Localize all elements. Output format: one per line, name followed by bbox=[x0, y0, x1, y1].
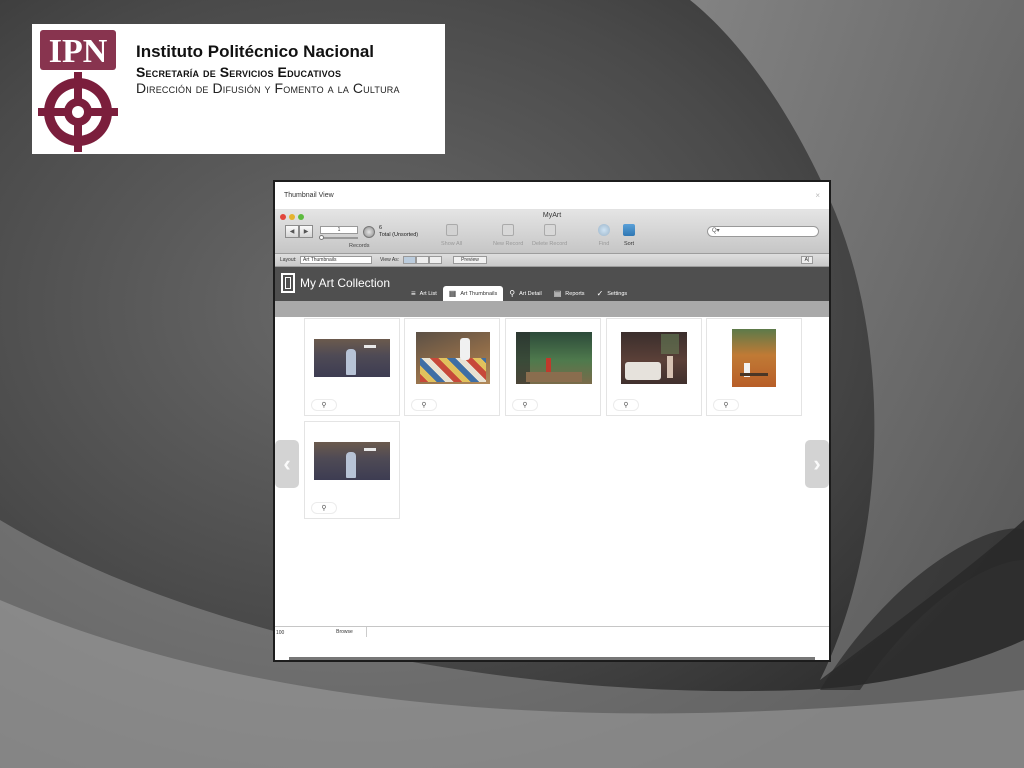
show-all-button[interactable]: Show All bbox=[441, 224, 462, 247]
table-view-button[interactable] bbox=[429, 256, 442, 264]
form-view-button[interactable] bbox=[403, 256, 416, 264]
app-header: My Art Collection ≡ Art List ▦ Art Thumb… bbox=[275, 267, 829, 301]
window-title: Thumbnail View bbox=[284, 192, 334, 199]
zoom-icon[interactable]: ⚲ bbox=[311, 399, 337, 411]
thumbnail-card[interactable]: ⚲ bbox=[404, 318, 500, 416]
tab-art-list[interactable]: ≡ Art List bbox=[405, 286, 443, 301]
next-page-button[interactable]: › bbox=[805, 440, 829, 488]
new-record-label: New Record bbox=[493, 241, 524, 247]
layout-bar: Layout: Art Thumbnails View As: Preview … bbox=[275, 254, 829, 267]
show-all-icon bbox=[445, 224, 458, 236]
direction-name: Dirección de Difusión y Fomento a la Cul… bbox=[136, 80, 400, 96]
app-title: MyArt bbox=[542, 212, 562, 219]
find-button[interactable]: Find bbox=[598, 224, 610, 247]
thumbnail-card[interactable]: ⚲ bbox=[606, 318, 702, 416]
tab-label: Art List bbox=[419, 290, 437, 297]
tab-label: Art Thumbnails bbox=[460, 290, 498, 297]
zoom-level[interactable]: 100 bbox=[276, 630, 284, 636]
checkmark-icon: ✓ bbox=[596, 288, 604, 298]
zoom-icon[interactable]: ⚲ bbox=[311, 502, 337, 514]
mode-indicator[interactable]: Browse bbox=[323, 627, 367, 637]
artwork-thumbnail bbox=[732, 329, 776, 387]
thumbnail-grid: ⚲ ⚲ ⚲ ⚲ ⚲ ⚲ ‹ › bbox=[275, 318, 829, 628]
layout-select[interactable]: Art Thumbnails bbox=[300, 256, 372, 264]
previous-page-button[interactable]: ‹ bbox=[275, 440, 299, 488]
tab-reports[interactable]: ▤ Reports bbox=[548, 286, 591, 301]
app-window: Thumbnail View × MyArt ◀ ▶ 1 6 Total (Un… bbox=[275, 182, 829, 660]
magnifier-icon: ⚲ bbox=[509, 288, 516, 298]
grid-icon: ▦ bbox=[448, 288, 457, 298]
close-icon[interactable]: × bbox=[815, 191, 820, 200]
header-band bbox=[275, 301, 829, 317]
records-label: Records bbox=[349, 243, 370, 249]
toolbar: MyArt ◀ ▶ 1 6 Total (Unsorted) Records S… bbox=[275, 210, 829, 254]
artwork-thumbnail bbox=[416, 332, 490, 384]
record-slider-handle[interactable] bbox=[319, 235, 324, 240]
sort-label: Sort bbox=[623, 241, 635, 247]
thumbnail-card[interactable]: ⚲ bbox=[706, 318, 802, 416]
list-view-button[interactable] bbox=[416, 256, 429, 264]
find-icon bbox=[598, 224, 610, 236]
view-as-label: View As: bbox=[380, 257, 400, 263]
tab-label: Reports bbox=[565, 290, 585, 297]
new-record-icon bbox=[502, 224, 515, 236]
delete-record-button[interactable]: Delete Record bbox=[532, 224, 567, 247]
thumbnail-card[interactable]: ⚲ bbox=[505, 318, 601, 416]
zoom-icon[interactable]: ⚲ bbox=[512, 399, 538, 411]
tab-art-thumbnails[interactable]: ▦ Art Thumbnails bbox=[442, 286, 504, 301]
formatting-bar-button[interactable]: A| bbox=[801, 256, 813, 264]
document-icon: ▤ bbox=[553, 288, 562, 298]
zoom-icon[interactable]: ⚲ bbox=[613, 399, 639, 411]
artwork-thumbnail bbox=[621, 332, 687, 384]
tab-art-detail[interactable]: ⚲ Art Detail bbox=[503, 286, 547, 301]
artwork-thumbnail bbox=[314, 442, 390, 480]
list-icon: ≡ bbox=[411, 288, 416, 298]
pie-chart-icon bbox=[363, 226, 375, 238]
new-record-button[interactable]: New Record bbox=[493, 224, 523, 247]
record-number-field[interactable]: 1 bbox=[320, 226, 358, 234]
artwork-thumbnail bbox=[516, 332, 592, 384]
tab-settings[interactable]: ✓ Settings bbox=[591, 286, 634, 301]
screenshot-frame: Thumbnail View × MyArt ◀ ▶ 1 6 Total (Un… bbox=[273, 180, 831, 662]
zoom-icon[interactable]: ⚲ bbox=[411, 399, 437, 411]
frame-icon bbox=[281, 273, 295, 293]
thumbnail-card[interactable]: ⚲ bbox=[304, 421, 400, 519]
view-as-buttons bbox=[403, 256, 442, 264]
record-slider[interactable] bbox=[320, 237, 358, 239]
ipn-logo-icon: IPN bbox=[38, 30, 118, 152]
delete-record-icon bbox=[543, 224, 556, 236]
record-navigator: ◀ ▶ bbox=[285, 225, 313, 238]
bottom-divider bbox=[289, 657, 815, 660]
tab-label: Settings bbox=[607, 290, 628, 297]
thumbnail-card[interactable]: ⚲ bbox=[304, 318, 400, 416]
total-label: Total (Unsorted) bbox=[379, 232, 419, 238]
layout-label: Layout: bbox=[280, 257, 297, 263]
logo-lettering: IPN bbox=[49, 33, 108, 70]
delete-record-label: Delete Record bbox=[532, 241, 568, 247]
secretariat-name: Secretaría de Servicios Educativos bbox=[136, 64, 342, 80]
find-label: Find bbox=[598, 241, 610, 247]
outer-titlebar: Thumbnail View × bbox=[275, 182, 829, 210]
sort-button[interactable]: Sort bbox=[623, 224, 635, 247]
previous-record-button[interactable]: ◀ bbox=[285, 225, 299, 238]
brand-title: My Art Collection bbox=[300, 276, 391, 290]
total-count: 6 bbox=[379, 225, 383, 231]
show-all-label: Show All bbox=[441, 241, 463, 247]
institution-header: IPN Instituto Politécnico Nacional Secre… bbox=[32, 24, 445, 154]
artwork-thumbnail bbox=[314, 339, 390, 377]
institution-name: Instituto Politécnico Nacional bbox=[136, 42, 375, 61]
preview-button[interactable]: Preview bbox=[453, 256, 487, 264]
next-record-button[interactable]: ▶ bbox=[299, 225, 313, 238]
tab-bar: ≡ Art List ▦ Art Thumbnails ⚲ Art Detail… bbox=[405, 286, 633, 301]
tab-label: Art Detail bbox=[519, 290, 542, 297]
zoom-icon[interactable]: ⚲ bbox=[713, 399, 739, 411]
search-input[interactable]: Q▾ bbox=[707, 226, 819, 237]
status-bar: 100 Browse bbox=[275, 626, 829, 638]
bottom-strip bbox=[275, 638, 829, 660]
sort-icon bbox=[623, 224, 635, 236]
